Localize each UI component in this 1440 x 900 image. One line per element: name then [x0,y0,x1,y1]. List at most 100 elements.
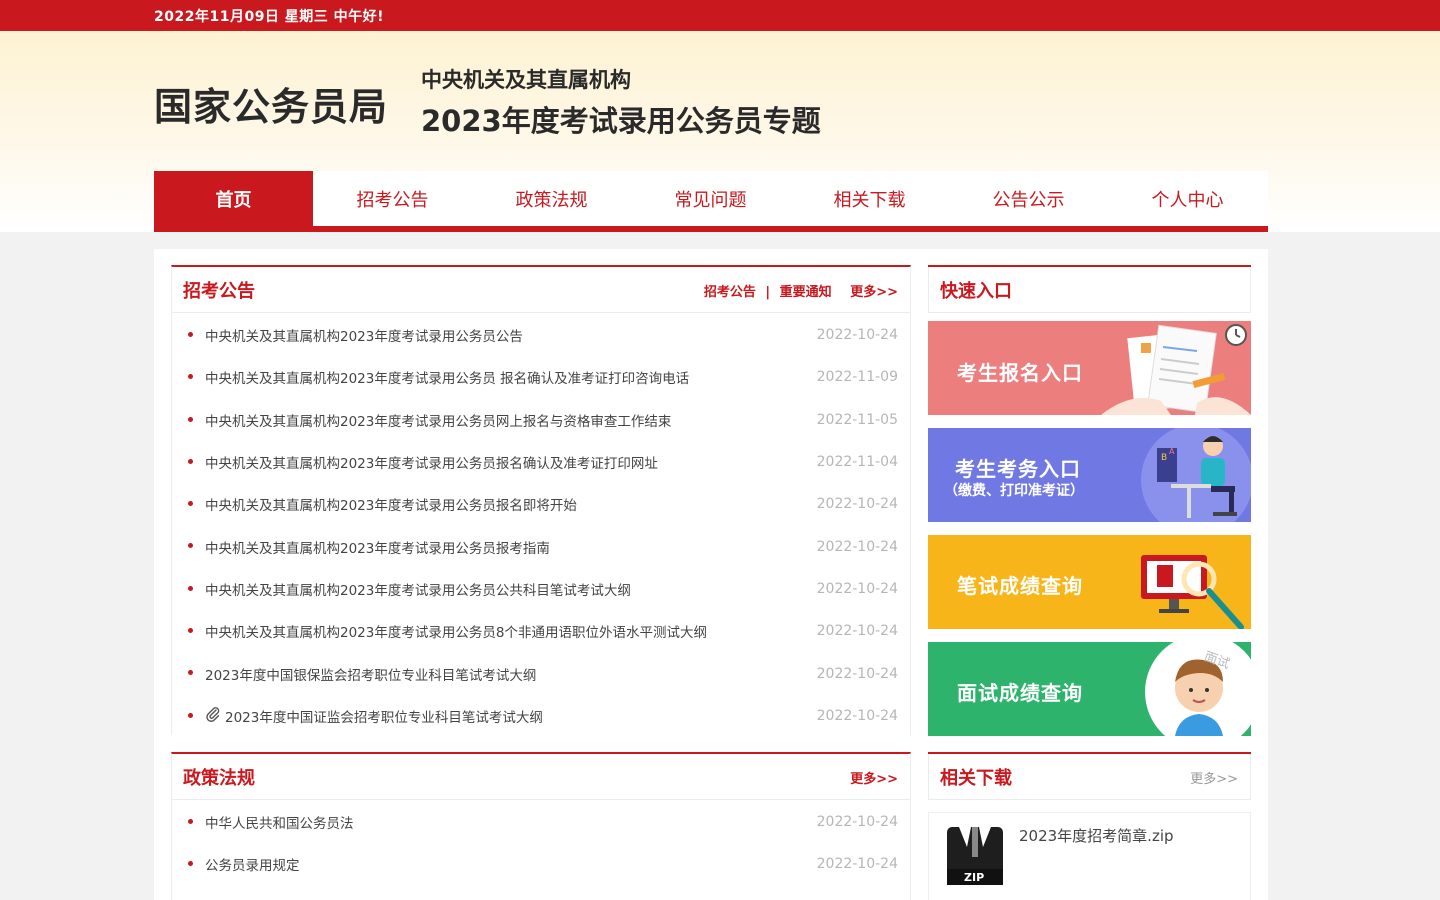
registration-entry-button[interactable]: 考生报名入口 [928,321,1251,415]
list-item-title[interactable]: 中央机关及其直属机构2023年度考试录用公务员网上报名与资格审查工作结束 [205,410,817,430]
svg-text:面试: 面试 [1202,649,1232,672]
top-bar: 2022年11月09日 星期三 中午好! [0,0,1440,31]
list-item[interactable]: 中央机关及其直属机构2023年度考试录用公务员报名即将开始 2022-10-24 [172,483,910,525]
list-item-date: 2022-10-24 [816,538,898,555]
nav-item-home[interactable]: 首页 [154,171,313,226]
recruit-panel-links: 招考公告 | 重要通知 更多>> [704,281,898,300]
list-item[interactable]: 公务员录用规定 2022-10-24 [172,843,910,885]
svg-text:ZIP: ZIP [964,871,984,884]
paperclip-icon [205,706,221,726]
nav-item-policy[interactable]: 政策法规 [472,171,631,226]
list-item-title[interactable]: 中央机关及其直属机构2023年度考试录用公务员报考指南 [205,537,817,557]
downloads-panel: 相关下载 更多>> ZIP 2023年度招考简章.zip [928,752,1251,900]
recruit-panel-title: 招考公告 [183,281,255,302]
list-item-date: 2022-10-24 [816,856,898,873]
list-item-title[interactable]: 中央机关及其直属机构2023年度考试录用公务员8个非通用语职位外语水平测试大纲 [205,621,817,641]
link-separator: | [765,285,771,300]
list-item-title[interactable]: 2023年度中国银保监会招考职位专业科目笔试考试大纲 [205,664,817,684]
interview-badge-icon: 面试 [1202,649,1232,672]
list-item-title[interactable]: 中央机关及其直属机构2023年度考试录用公务员公共科目笔试考试大纲 [205,579,817,599]
list-item-title[interactable]: 中华人民共和国公务员法 [205,812,817,832]
download-item[interactable]: ZIP 2023年度招考简章.zip [928,812,1251,900]
list-item-date: 2022-11-04 [816,454,898,471]
list-item[interactable]: 2023年度中国证监会招考职位专业科目笔试考试大纲 2022-10-24 [172,695,910,737]
entry-label: 笔试成绩查询 [957,574,1083,598]
quick-entry-header: 快速入口 [928,267,1251,313]
bullet [188,416,193,422]
written-score-query-button[interactable]: 笔试成绩查询 [928,535,1251,629]
list-item[interactable]: 中央机关及其直属机构2023年度考试录用公务员网上报名与资格审查工作结束 2022… [172,399,910,441]
recruit-panel-header: 招考公告 招考公告 | 重要通知 更多>> [172,267,910,313]
recruit-more-link[interactable]: 更多>> [850,285,898,300]
entry-label: 考生报名入口 [957,361,1083,385]
bullet [188,628,193,634]
downloads-panel-title: 相关下载 [940,768,1012,789]
policy-panel: 政策法规 更多>> 中华人民共和国公务员法 2022-10-24 公务员录用规定 2… [171,752,911,900]
download-item-name[interactable]: 2023年度招考简章.zip [1019,825,1174,846]
quick-entry-panel: 快速入口 [928,265,1251,325]
list-item-title[interactable]: 中央机关及其直属机构2023年度考试录用公务员公告 [205,325,817,345]
bullet [188,543,193,549]
interview-score-query-button[interactable]: 面试成绩查询 面试 [928,642,1251,736]
list-item-title[interactable]: 中央机关及其直属机构2023年度考试录用公务员 报名确认及准考证打印咨询电话 [205,367,817,387]
list-item[interactable]: 中央机关及其直属机构2023年度考试录用公务员报名确认及准考证打印网址 2022-… [172,441,910,483]
list-item-date: 2022-10-24 [816,665,898,682]
svg-text:A: A [1169,447,1175,456]
downloads-panel-links: 更多>> [1176,768,1238,787]
list-item-date: 2022-10-24 [816,327,898,344]
list-item-date: 2022-10-24 [816,623,898,640]
list-item-title[interactable]: 中央机关及其直属机构2023年度考试录用公务员报名即将开始 [205,494,817,514]
list-item[interactable]: 中央机关及其直属机构2023年度考试录用公务员报考指南 2022-10-24 [172,525,910,567]
list-item[interactable]: 2023年度中国银保监会招考职位专业科目笔试考试大纲 2022-10-24 [172,652,910,694]
nav-item-faq[interactable]: 常见问题 [631,171,790,226]
list-item[interactable]: 中央机关及其直属机构2023年度考试录用公务员8个非通用语职位外语水平测试大纲 2… [172,610,910,652]
monitor-icon [1141,555,1244,629]
policy-panel-links: 更多>> [836,768,898,787]
quick-entry-title: 快速入口 [940,281,1012,302]
svg-text:B: B [1161,453,1167,463]
list-item[interactable]: 中央机关及其直属机构2023年度考试录用公务员公告 2022-10-24 [172,314,910,356]
entry-label: 面试成绩查询 [957,681,1083,705]
bullet [188,861,193,867]
list-item-title[interactable]: 中央机关及其直属机构2023年度考试录用公务员报名确认及准考证打印网址 [205,452,817,472]
recruit-list: 中央机关及其直属机构2023年度考试录用公务员公告 2022-10-24 中央机关… [172,313,910,737]
nav-item-downloads[interactable]: 相关下载 [790,171,949,226]
list-item-date: 2022-10-24 [816,707,898,724]
list-item[interactable]: 中央机关及其直属机构2023年度考试录用公务员 报名确认及准考证打印咨询电话 20… [172,356,910,398]
nav-item-recruit-notice[interactable]: 招考公告 [313,171,472,226]
policy-more-link[interactable]: 更多>> [850,772,898,787]
zip-icon: ZIP [947,827,1003,885]
policy-list: 中华人民共和国公务员法 2022-10-24 公务员录用规定 2022-10-24 [172,800,910,886]
bullet [188,458,193,464]
policy-panel-header: 政策法规 更多>> [172,754,910,800]
list-item-title[interactable]: 公务员录用规定 [205,854,817,874]
list-item[interactable]: 中华人民共和国公务员法 2022-10-24 [172,801,910,843]
bullet [188,819,193,824]
bullet [188,332,193,337]
list-item[interactable]: 中央机关及其直属机构2023年度考试录用公务员公共科目笔试考试大纲 2022-10… [172,568,910,610]
list-item-date: 2022-11-05 [816,411,898,428]
nav-item-personal-center[interactable]: 个人中心 [1108,171,1267,226]
main-nav: 首页 招考公告 政策法规 常见问题 相关下载 公告公示 个人中心 [154,171,1268,232]
policy-panel-title: 政策法规 [183,768,255,789]
entry-label: 考生考务入口 [955,457,1081,481]
recruit-link-notices[interactable]: 招考公告 [704,285,756,300]
bullet [188,585,193,591]
nav-item-announcements[interactable]: 公告公示 [949,171,1108,226]
recruit-link-important[interactable]: 重要通知 [780,285,832,300]
entry-sublabel: （缴费、打印准考证） [944,483,1084,499]
list-item-date: 2022-10-24 [816,814,898,831]
downloads-more-link[interactable]: 更多>> [1190,772,1238,787]
header-subtitle-line2: 2023年度考试录用公务员专题 [421,104,821,138]
bullet [188,712,193,718]
header-subtitle-line1: 中央机关及其直属机构 [421,68,631,92]
downloads-panel-header: 相关下载 更多>> [928,754,1251,800]
list-item-date: 2022-11-09 [816,369,898,386]
recruit-panel: 招考公告 招考公告 | 重要通知 更多>> 中央机关及其直属机构2023年度考试… [171,265,911,735]
site-title: 国家公务员局 [154,85,389,129]
bullet [188,374,193,380]
list-item-title[interactable]: 2023年度中国证监会招考职位专业科目笔试考试大纲 [225,706,817,726]
exam-affairs-entry-button[interactable]: 考生考务入口 （缴费、打印准考证） B A [928,428,1251,522]
form-icon [1101,324,1251,415]
bullet [188,670,193,676]
